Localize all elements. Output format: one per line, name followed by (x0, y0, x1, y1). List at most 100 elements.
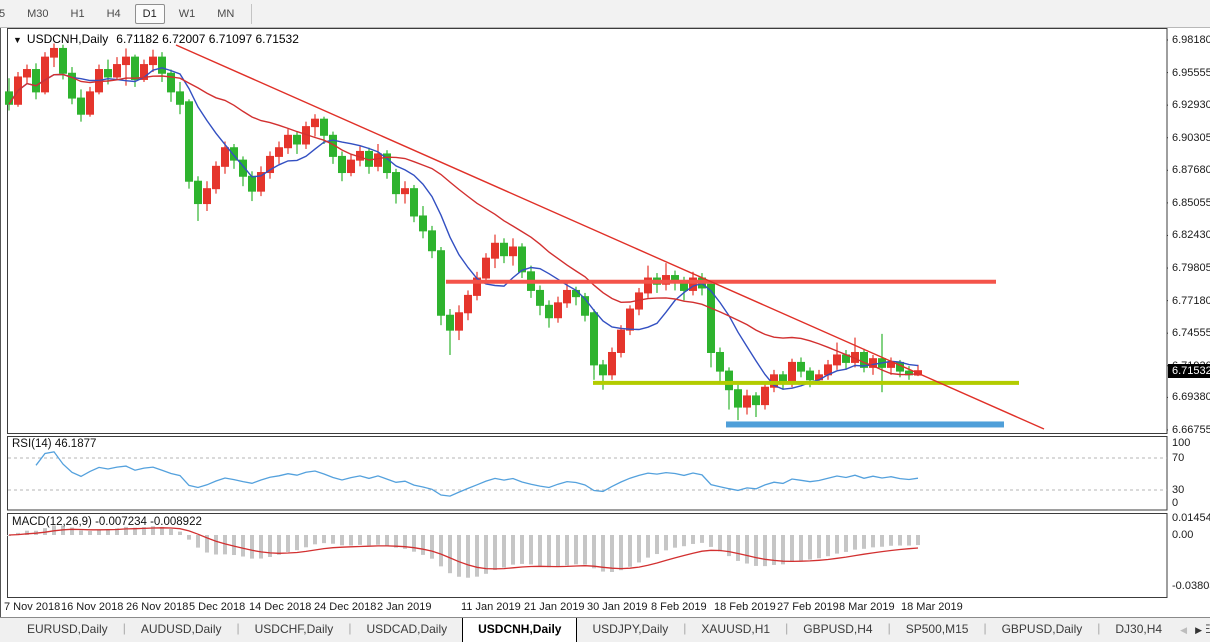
macd-histogram-bar (295, 535, 299, 551)
macd-histogram-bar (331, 535, 335, 544)
chart-window: ▼ USDCNH,Daily 6.71182 6.72007 6.71097 6.7… (0, 28, 1210, 617)
macd-histogram-bar (538, 535, 542, 566)
price-tick-label: 6.66755 (1172, 423, 1210, 436)
main-panel-frame (7, 28, 1168, 434)
time-scale[interactable]: 7 Nov 2018 16 Nov 2018 26 Nov 2018 5 Dec 20… (1, 598, 1167, 617)
candle-body (5, 91, 13, 105)
candle-body (833, 354, 841, 366)
macd-histogram-bar (565, 535, 569, 566)
date-tick-label: 5 Dec 2018 (189, 601, 246, 613)
chart-tab-usdchf-daily[interactable]: USDCHF,Daily (240, 618, 349, 642)
chart-title: ▼ USDCNH,Daily 6.71182 6.72007 6.71097 6.7… (13, 32, 299, 46)
candle-body (491, 242, 499, 259)
candle-body (554, 302, 562, 319)
date-tick-label: 14 Dec 2018 (249, 601, 312, 613)
macd-histogram-bar (646, 535, 650, 558)
candle-body (545, 304, 553, 319)
candle-body (41, 56, 49, 93)
candle-body (59, 47, 67, 74)
chart-tab-usdcnh-daily[interactable]: USDCNH,Daily (462, 618, 578, 642)
tab-scroll-left-icon[interactable]: ◀ (1176, 623, 1191, 638)
macd-histogram-bar (556, 535, 560, 567)
candle-body (86, 91, 94, 115)
price-tick-label: 6.69380 (1172, 391, 1210, 404)
macd-histogram-bar (430, 535, 434, 559)
date-tick-label: 11 Jan 2019 (461, 601, 521, 613)
timeframe-button-d1[interactable]: D1 (134, 3, 165, 24)
date-tick-label: 8 Feb 2019 (651, 601, 707, 613)
candle-body (149, 56, 157, 66)
toolbar-divider (251, 3, 253, 24)
macd-histogram-bar (250, 535, 254, 559)
timeframe-button-m30[interactable]: M30 (19, 4, 56, 24)
macd-histogram-bar (826, 535, 830, 557)
rsi-scale-label: 30 (1172, 484, 1185, 496)
macd-histogram-bar (196, 535, 200, 548)
trading-terminal: 5 M30 H1 H4D1 W1MN ▼ USDCNH,Daily 6.71182 6.72… (0, 0, 1210, 642)
price-scale[interactable]: 6.98180 6.95555 6.92930 6.90305 6.87680 6.850… (1168, 28, 1210, 617)
macd-histogram-bar (610, 535, 614, 572)
macd-histogram-bar (520, 535, 524, 564)
rsi-scale-label: 0 (1172, 497, 1179, 509)
horizontal-level-line-1[interactable] (593, 380, 1019, 385)
candle-body (158, 56, 166, 74)
candle-body (761, 386, 769, 406)
chart-tab-sp500-m15[interactable]: SP500,M15 (891, 618, 984, 642)
price-tick-label: 6.77180 (1172, 294, 1210, 307)
macd-histogram-bar (259, 535, 263, 559)
chart-tab-audusd-daily[interactable]: AUDUSD,Daily (126, 618, 237, 642)
date-tick-label: 8 Mar 2019 (839, 601, 895, 613)
candle-body (401, 188, 409, 195)
date-tick-label: 21 Jan 2019 (524, 601, 585, 613)
chart-tab-gbpusd-daily[interactable]: GBPUSD,Daily (987, 618, 1098, 642)
price-tick-label: 6.82430 (1172, 229, 1210, 242)
chart-tab-dj30-h4[interactable]: DJ30,H4 (1100, 618, 1177, 642)
chart-tab-usdcad-daily[interactable]: USDCAD,Daily (351, 618, 462, 642)
tab-scroll-right-icon[interactable]: ▶ (1191, 623, 1206, 638)
chart-canvas[interactable] (1, 28, 1210, 617)
macd-histogram-bar (673, 535, 677, 548)
chart-tab-xauusd-h1[interactable]: XAUUSD,H1 (686, 618, 785, 642)
macd-histogram-bar (475, 535, 479, 577)
macd-histogram-bar (682, 535, 686, 547)
timeframe-button-h1[interactable]: H1 (63, 4, 93, 24)
candle-body (626, 308, 634, 331)
chart-tab-gbpusd-h4[interactable]: GBPUSD,H4 (788, 618, 887, 642)
macd-histogram-bar (322, 535, 326, 544)
chart-tab-eurusd-daily[interactable]: EURUSD,Daily (12, 618, 123, 642)
macd-histogram-bar (871, 535, 875, 548)
macd-histogram-bar (385, 535, 389, 546)
macd-histogram-bar (844, 535, 848, 552)
chart-tab-usdjpy-daily[interactable]: USDJPY,Daily (577, 618, 683, 642)
candle-body (563, 289, 571, 304)
candle-body (131, 56, 139, 80)
candle-body (509, 246, 517, 257)
candle-body (23, 69, 31, 78)
macd-histogram-bar (709, 535, 713, 547)
date-tick-label: 24 Dec 2018 (314, 601, 377, 613)
macd-histogram-bar (637, 535, 641, 563)
candle-body (797, 361, 805, 372)
candle-body (437, 250, 445, 316)
timeframe-button-mn[interactable]: MN (209, 4, 242, 24)
price-tick-label: 6.95555 (1172, 66, 1210, 79)
horizontal-level-line-0[interactable] (446, 279, 996, 284)
macd-histogram-bar (286, 535, 290, 552)
macd-histogram-bar (583, 535, 587, 565)
timeframe-button-5[interactable]: 5 (0, 4, 13, 24)
timeframe-button-w1[interactable]: W1 (171, 4, 204, 24)
candle-body (311, 118, 319, 128)
candle-body (347, 159, 355, 174)
candle-body (185, 101, 193, 182)
symbol-dropdown-icon[interactable]: ▼ (13, 35, 22, 45)
timeframe-button-h4[interactable]: H4 (99, 4, 129, 24)
tab-scroll-arrows: ◀ ▶ (1172, 618, 1206, 642)
macd-histogram-bar (655, 535, 659, 555)
horizontal-level-line-2[interactable] (726, 421, 1004, 428)
macd-histogram-bar (187, 535, 191, 540)
candle-body (275, 147, 283, 157)
macd-scale-label: 0.014543 (1172, 512, 1210, 524)
macd-histogram-bar (592, 535, 596, 569)
macd-histogram-bar (493, 535, 497, 571)
date-tick-label: 30 Jan 2019 (587, 601, 648, 613)
